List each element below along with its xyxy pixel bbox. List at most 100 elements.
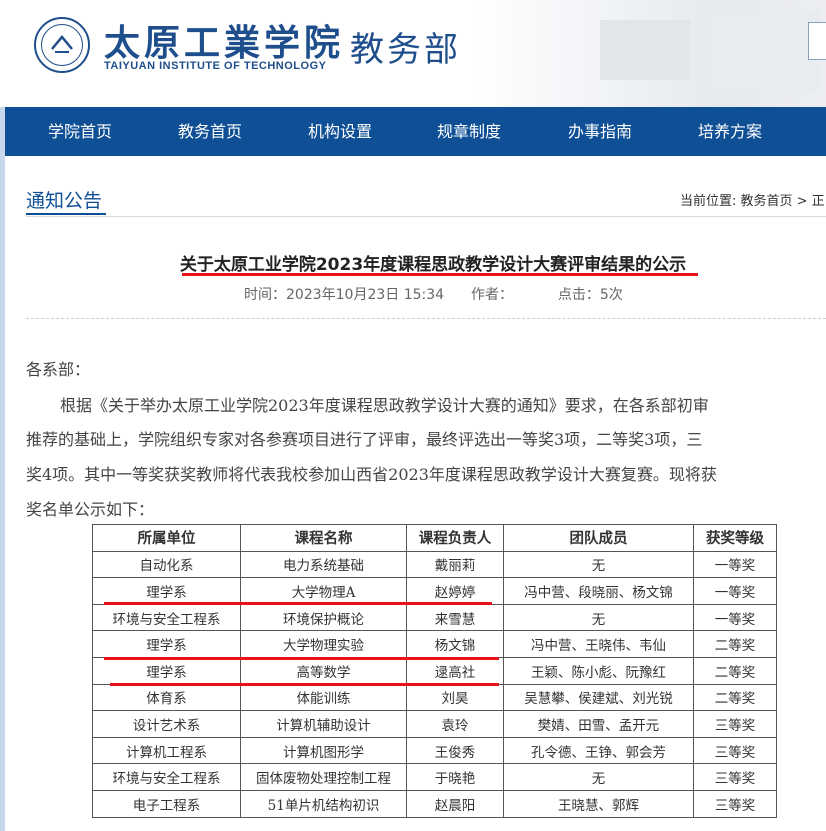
breadcrumb[interactable]: 当前位置: 教务首页 > 正 xyxy=(680,190,825,209)
paragraph-line-3: 奖4项。其中一等奖获奖教师将代表我校参加山西省2023年度课程思政教学设计大赛复… xyxy=(26,465,717,484)
nav-item-academic-home[interactable]: 教务首页 xyxy=(178,107,242,156)
table-row: 体育系 体能训练 刘昊 吴慧攀、侯建斌、刘光锐 二等奖 xyxy=(92,683,777,712)
paragraph-line-2: 推荐的基础上，学院组织专家对各参赛项目进行了评审，最终评选出一等奖3项，二等奖3… xyxy=(26,430,703,449)
table-row: 电子工程系 51单片机结构初识 赵晨阳 王晓慧、郭辉 三等奖 xyxy=(92,789,777,818)
cell-team: 孔令德、王铮、郭会芳 xyxy=(503,736,694,765)
table-row: 环境与安全工程系 环境保护概论 来雪慧 无 一等奖 xyxy=(92,603,777,632)
article-title: 关于太原工业学院2023年度课程思政教学设计大赛评审结果的公示 xyxy=(179,255,687,275)
cell-award: 二等奖 xyxy=(693,656,777,685)
table-row: 自动化系 电力系统基础 戴丽莉 无 一等奖 xyxy=(92,550,777,579)
cell-unit: 环境与安全工程系 xyxy=(92,603,241,632)
publish-time: 时间：2023年10月23日 15:34 xyxy=(244,287,445,303)
cell-award: 一等奖 xyxy=(693,550,777,579)
cell-unit: 理学系 xyxy=(92,630,241,658)
school-name-en: TAIYUAN INSTITUTE OF TECHNOLOGY xyxy=(104,60,327,72)
site-header: 太原工業学院 TAIYUAN INSTITUTE OF TECHNOLOGY 教… xyxy=(0,0,826,107)
cell-lead: 来雪慧 xyxy=(406,603,504,632)
cell-course: 固体废物处理控制工程 xyxy=(240,763,407,791)
table-row: 环境与安全工程系 固体废物处理控制工程 于晓艳 无 三等奖 xyxy=(92,763,777,791)
table-row: 理学系 大学物理A 赵婷婷 冯中营、段晓丽、杨文锦 一等奖 xyxy=(92,577,777,605)
cell-award: 三等奖 xyxy=(693,736,777,765)
section-title-underline xyxy=(26,213,106,215)
school-logo-icon[interactable] xyxy=(34,17,90,73)
paragraph-line-1: 根据《关于举办太原工业学院2023年度课程思政教学设计大赛的通知》要求，在各系部… xyxy=(60,396,709,415)
table-header-row: 所属单位 课程名称 课程负责人 团队成员 获奖等级 xyxy=(92,524,777,552)
row-red-underline-2 xyxy=(104,657,499,660)
award-table: 所属单位 课程名称 课程负责人 团队成员 获奖等级 自动化系 电力系统基础 戴丽… xyxy=(92,524,777,818)
cell-team: 无 xyxy=(503,603,694,632)
meta-divider xyxy=(26,318,826,319)
cell-unit: 理学系 xyxy=(92,577,241,605)
table-row: 设计艺术系 计算机辅助设计 袁玲 樊婧、田雪、孟开元 三等奖 xyxy=(92,710,777,738)
search-input[interactable] xyxy=(808,22,826,60)
cell-unit: 理学系 xyxy=(92,656,241,685)
paragraph-line-4: 奖名单公示如下： xyxy=(26,500,155,519)
cell-team: 冯中营、段晓丽、杨文锦 xyxy=(503,577,694,605)
cell-course: 电力系统基础 xyxy=(240,550,407,579)
cell-lead: 赵晨阳 xyxy=(406,789,504,818)
cell-unit: 设计艺术系 xyxy=(92,710,241,738)
cell-course: 大学物理实验 xyxy=(240,630,407,658)
cell-award: 二等奖 xyxy=(693,683,777,712)
cell-unit: 自动化系 xyxy=(92,550,241,579)
cell-lead: 赵婷婷 xyxy=(406,577,504,605)
nav-item-organization[interactable]: 机构设置 xyxy=(308,107,372,156)
header-team: 团队成员 xyxy=(503,524,694,552)
cell-team: 樊婧、田雪、孟开元 xyxy=(503,710,694,738)
article-meta: 时间：2023年10月23日 15:34 作者： 点击：5次 xyxy=(244,284,623,304)
nav-item-service-guide[interactable]: 办事指南 xyxy=(568,107,632,156)
row-red-underline-3 xyxy=(110,683,499,686)
cell-course: 51单片机结构初识 xyxy=(240,789,407,818)
row-red-underline-1 xyxy=(104,602,492,605)
school-name-cn[interactable]: 太原工業学院 xyxy=(104,14,344,66)
nav-item-regulations[interactable]: 规章制度 xyxy=(437,107,501,156)
cell-lead: 逯高社 xyxy=(406,656,504,685)
cell-lead: 刘昊 xyxy=(406,683,504,712)
header-lead: 课程负责人 xyxy=(406,524,504,552)
salutation: 各系部： xyxy=(26,360,91,379)
table-row: 计算机工程系 计算机图形学 王俊秀 孔令德、王铮、郭会芳 三等奖 xyxy=(92,736,777,765)
header-course: 课程名称 xyxy=(240,524,407,552)
section-divider xyxy=(26,216,826,217)
cell-lead: 王俊秀 xyxy=(406,736,504,765)
cell-lead: 袁玲 xyxy=(406,710,504,738)
cell-lead: 于晓艳 xyxy=(406,763,504,791)
cell-course: 环境保护概论 xyxy=(240,603,407,632)
section-title: 通知公告 xyxy=(26,190,103,212)
cell-team: 无 xyxy=(503,550,694,579)
cell-course: 计算机图形学 xyxy=(240,736,407,765)
cell-course: 体能训练 xyxy=(240,683,407,712)
cell-team: 无 xyxy=(503,763,694,791)
cell-team: 吴慧攀、侯建斌、刘光锐 xyxy=(503,683,694,712)
cell-award: 三等奖 xyxy=(693,763,777,791)
cell-unit: 计算机工程系 xyxy=(92,736,241,765)
cell-team: 冯中营、王晓伟、韦仙 xyxy=(503,630,694,658)
title-red-underline xyxy=(182,273,698,276)
cell-award: 一等奖 xyxy=(693,603,777,632)
main-nav: 学院首页 教务首页 机构设置 规章制度 办事指南 培养方案 xyxy=(5,107,826,156)
cell-award: 二等奖 xyxy=(693,630,777,658)
cell-lead: 杨文锦 xyxy=(406,630,504,658)
cell-award: 一等奖 xyxy=(693,577,777,605)
cell-unit: 体育系 xyxy=(92,683,241,712)
cell-course: 高等数学 xyxy=(240,656,407,685)
cell-unit: 电子工程系 xyxy=(92,789,241,818)
cell-team: 王颖、陈小彪、阮豫红 xyxy=(503,656,694,685)
author-label: 作者： xyxy=(470,287,513,303)
header-background xyxy=(470,0,826,107)
cell-course: 大学物理A xyxy=(240,577,407,605)
nav-item-training-program[interactable]: 培养方案 xyxy=(698,107,762,156)
cell-award: 三等奖 xyxy=(693,710,777,738)
click-count: 点击：5次 xyxy=(557,287,623,303)
header-unit: 所属单位 xyxy=(92,524,241,552)
table-row: 理学系 高等数学 逯高社 王颖、陈小彪、阮豫红 二等奖 xyxy=(92,656,777,685)
cell-award: 三等奖 xyxy=(693,789,777,818)
cell-course: 计算机辅助设计 xyxy=(240,710,407,738)
cell-lead: 戴丽莉 xyxy=(406,550,504,579)
department-title: 教务部 xyxy=(350,30,461,70)
table-row: 理学系 大学物理实验 杨文锦 冯中营、王晓伟、韦仙 二等奖 xyxy=(92,630,777,658)
cell-unit: 环境与安全工程系 xyxy=(92,763,241,791)
nav-item-college-home[interactable]: 学院首页 xyxy=(48,107,112,156)
header-award: 获奖等级 xyxy=(693,524,777,552)
cell-team: 王晓慧、郭辉 xyxy=(503,789,694,818)
